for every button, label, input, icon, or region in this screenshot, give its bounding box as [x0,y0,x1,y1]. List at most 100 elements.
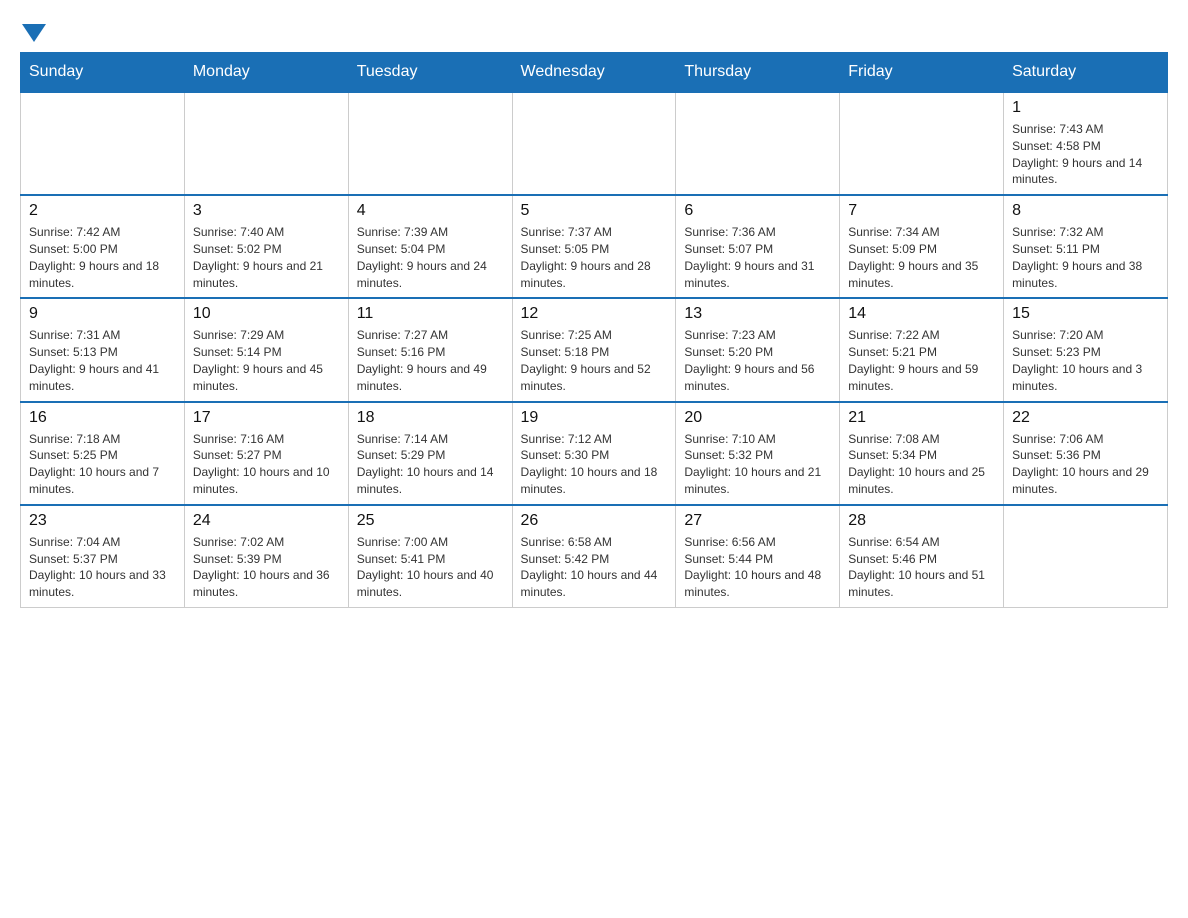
calendar-day-cell [676,92,840,195]
calendar-header-monday: Monday [184,53,348,93]
calendar-header-friday: Friday [840,53,1004,93]
calendar-day-cell: 6 Sunrise: 7:36 AM Sunset: 5:07 PM Daylig… [676,195,840,298]
logo-triangle-icon [22,24,46,42]
calendar-week-row: 16 Sunrise: 7:18 AM Sunset: 5:25 PM Dayli… [21,402,1168,505]
day-number: 28 [848,512,995,530]
calendar-day-cell: 2 Sunrise: 7:42 AM Sunset: 5:00 PM Daylig… [21,195,185,298]
day-number: 20 [684,409,831,427]
calendar-day-cell: 7 Sunrise: 7:34 AM Sunset: 5:09 PM Daylig… [840,195,1004,298]
day-info: Sunrise: 7:43 AM Sunset: 4:58 PM Dayligh… [1012,121,1159,188]
day-number: 18 [357,409,504,427]
calendar-header-sunday: Sunday [21,53,185,93]
day-info: Sunrise: 7:04 AM Sunset: 5:37 PM Dayligh… [29,534,176,601]
calendar-day-cell: 17 Sunrise: 7:16 AM Sunset: 5:27 PM Dayli… [184,402,348,505]
day-number: 19 [521,409,668,427]
calendar-day-cell: 26 Sunrise: 6:58 AM Sunset: 5:42 PM Dayli… [512,505,676,608]
calendar-header-wednesday: Wednesday [512,53,676,93]
day-info: Sunrise: 7:02 AM Sunset: 5:39 PM Dayligh… [193,534,340,601]
calendar-day-cell: 18 Sunrise: 7:14 AM Sunset: 5:29 PM Dayli… [348,402,512,505]
day-info: Sunrise: 6:56 AM Sunset: 5:44 PM Dayligh… [684,534,831,601]
day-number: 5 [521,202,668,220]
day-info: Sunrise: 7:12 AM Sunset: 5:30 PM Dayligh… [521,431,668,498]
page-header [20,20,1168,42]
calendar-week-row: 1Sunrise: 7:43 AM Sunset: 4:58 PM Daylig… [21,92,1168,195]
day-info: Sunrise: 7:20 AM Sunset: 5:23 PM Dayligh… [1012,327,1159,394]
day-number: 12 [521,305,668,323]
day-number: 4 [357,202,504,220]
day-info: Sunrise: 7:00 AM Sunset: 5:41 PM Dayligh… [357,534,504,601]
day-info: Sunrise: 7:10 AM Sunset: 5:32 PM Dayligh… [684,431,831,498]
day-info: Sunrise: 6:58 AM Sunset: 5:42 PM Dayligh… [521,534,668,601]
calendar-header-tuesday: Tuesday [348,53,512,93]
day-info: Sunrise: 7:14 AM Sunset: 5:29 PM Dayligh… [357,431,504,498]
day-number: 25 [357,512,504,530]
day-info: Sunrise: 7:16 AM Sunset: 5:27 PM Dayligh… [193,431,340,498]
calendar-day-cell: 28Sunrise: 6:54 AM Sunset: 5:46 PM Dayli… [840,505,1004,608]
day-number: 3 [193,202,340,220]
day-info: Sunrise: 7:37 AM Sunset: 5:05 PM Dayligh… [521,224,668,291]
day-number: 2 [29,202,176,220]
logo [20,20,48,42]
calendar-day-cell [1004,505,1168,608]
day-number: 23 [29,512,176,530]
calendar-day-cell: 16 Sunrise: 7:18 AM Sunset: 5:25 PM Dayli… [21,402,185,505]
day-number: 24 [193,512,340,530]
day-info: Sunrise: 7:40 AM Sunset: 5:02 PM Dayligh… [193,224,340,291]
calendar-header-row: SundayMondayTuesdayWednesdayThursdayFrid… [21,53,1168,93]
day-info: Sunrise: 7:32 AM Sunset: 5:11 PM Dayligh… [1012,224,1159,291]
day-info: Sunrise: 7:23 AM Sunset: 5:20 PM Dayligh… [684,327,831,394]
day-info: Sunrise: 7:18 AM Sunset: 5:25 PM Dayligh… [29,431,176,498]
calendar-week-row: 23 Sunrise: 7:04 AM Sunset: 5:37 PM Dayli… [21,505,1168,608]
day-number: 14 [848,305,995,323]
day-info: Sunrise: 7:34 AM Sunset: 5:09 PM Dayligh… [848,224,995,291]
day-info: Sunrise: 7:39 AM Sunset: 5:04 PM Dayligh… [357,224,504,291]
calendar-day-cell: 27 Sunrise: 6:56 AM Sunset: 5:44 PM Dayli… [676,505,840,608]
calendar-day-cell [184,92,348,195]
day-info: Sunrise: 7:36 AM Sunset: 5:07 PM Dayligh… [684,224,831,291]
calendar-header-thursday: Thursday [676,53,840,93]
day-number: 22 [1012,409,1159,427]
day-info: Sunrise: 7:06 AM Sunset: 5:36 PM Dayligh… [1012,431,1159,498]
day-number: 21 [848,409,995,427]
calendar-day-cell: 8 Sunrise: 7:32 AM Sunset: 5:11 PM Daylig… [1004,195,1168,298]
day-number: 26 [521,512,668,530]
calendar-day-cell: 25 Sunrise: 7:00 AM Sunset: 5:41 PM Dayli… [348,505,512,608]
day-number: 15 [1012,305,1159,323]
day-number: 9 [29,305,176,323]
calendar-day-cell: 22 Sunrise: 7:06 AM Sunset: 5:36 PM Dayli… [1004,402,1168,505]
day-number: 16 [29,409,176,427]
calendar-day-cell [21,92,185,195]
calendar-day-cell: 1Sunrise: 7:43 AM Sunset: 4:58 PM Daylig… [1004,92,1168,195]
calendar-day-cell [512,92,676,195]
day-number: 27 [684,512,831,530]
calendar-week-row: 9Sunrise: 7:31 AM Sunset: 5:13 PM Daylig… [21,298,1168,401]
calendar-day-cell: 4 Sunrise: 7:39 AM Sunset: 5:04 PM Daylig… [348,195,512,298]
calendar-day-cell: 19 Sunrise: 7:12 AM Sunset: 5:30 PM Dayli… [512,402,676,505]
calendar-day-cell: 24 Sunrise: 7:02 AM Sunset: 5:39 PM Dayli… [184,505,348,608]
calendar-day-cell: 23 Sunrise: 7:04 AM Sunset: 5:37 PM Dayli… [21,505,185,608]
day-number: 17 [193,409,340,427]
calendar-week-row: 2 Sunrise: 7:42 AM Sunset: 5:00 PM Daylig… [21,195,1168,298]
day-number: 10 [193,305,340,323]
calendar-day-cell: 12Sunrise: 7:25 AM Sunset: 5:18 PM Dayli… [512,298,676,401]
calendar-header-saturday: Saturday [1004,53,1168,93]
calendar-day-cell: 15 Sunrise: 7:20 AM Sunset: 5:23 PM Dayli… [1004,298,1168,401]
calendar-day-cell: 11Sunrise: 7:27 AM Sunset: 5:16 PM Dayli… [348,298,512,401]
day-number: 11 [357,305,504,323]
day-info: Sunrise: 7:42 AM Sunset: 5:00 PM Dayligh… [29,224,176,291]
calendar-day-cell [348,92,512,195]
calendar-day-cell: 20 Sunrise: 7:10 AM Sunset: 5:32 PM Dayli… [676,402,840,505]
calendar-day-cell [840,92,1004,195]
day-number: 13 [684,305,831,323]
calendar-day-cell: 9Sunrise: 7:31 AM Sunset: 5:13 PM Daylig… [21,298,185,401]
calendar-day-cell: 14 Sunrise: 7:22 AM Sunset: 5:21 PM Dayli… [840,298,1004,401]
day-info: Sunrise: 7:22 AM Sunset: 5:21 PM Dayligh… [848,327,995,394]
day-number: 8 [1012,202,1159,220]
day-number: 7 [848,202,995,220]
calendar-table: SundayMondayTuesdayWednesdayThursdayFrid… [20,52,1168,608]
day-number: 6 [684,202,831,220]
calendar-day-cell: 3 Sunrise: 7:40 AM Sunset: 5:02 PM Daylig… [184,195,348,298]
day-info: Sunrise: 7:08 AM Sunset: 5:34 PM Dayligh… [848,431,995,498]
day-info: Sunrise: 7:29 AM Sunset: 5:14 PM Dayligh… [193,327,340,394]
calendar-day-cell: 13 Sunrise: 7:23 AM Sunset: 5:20 PM Dayli… [676,298,840,401]
